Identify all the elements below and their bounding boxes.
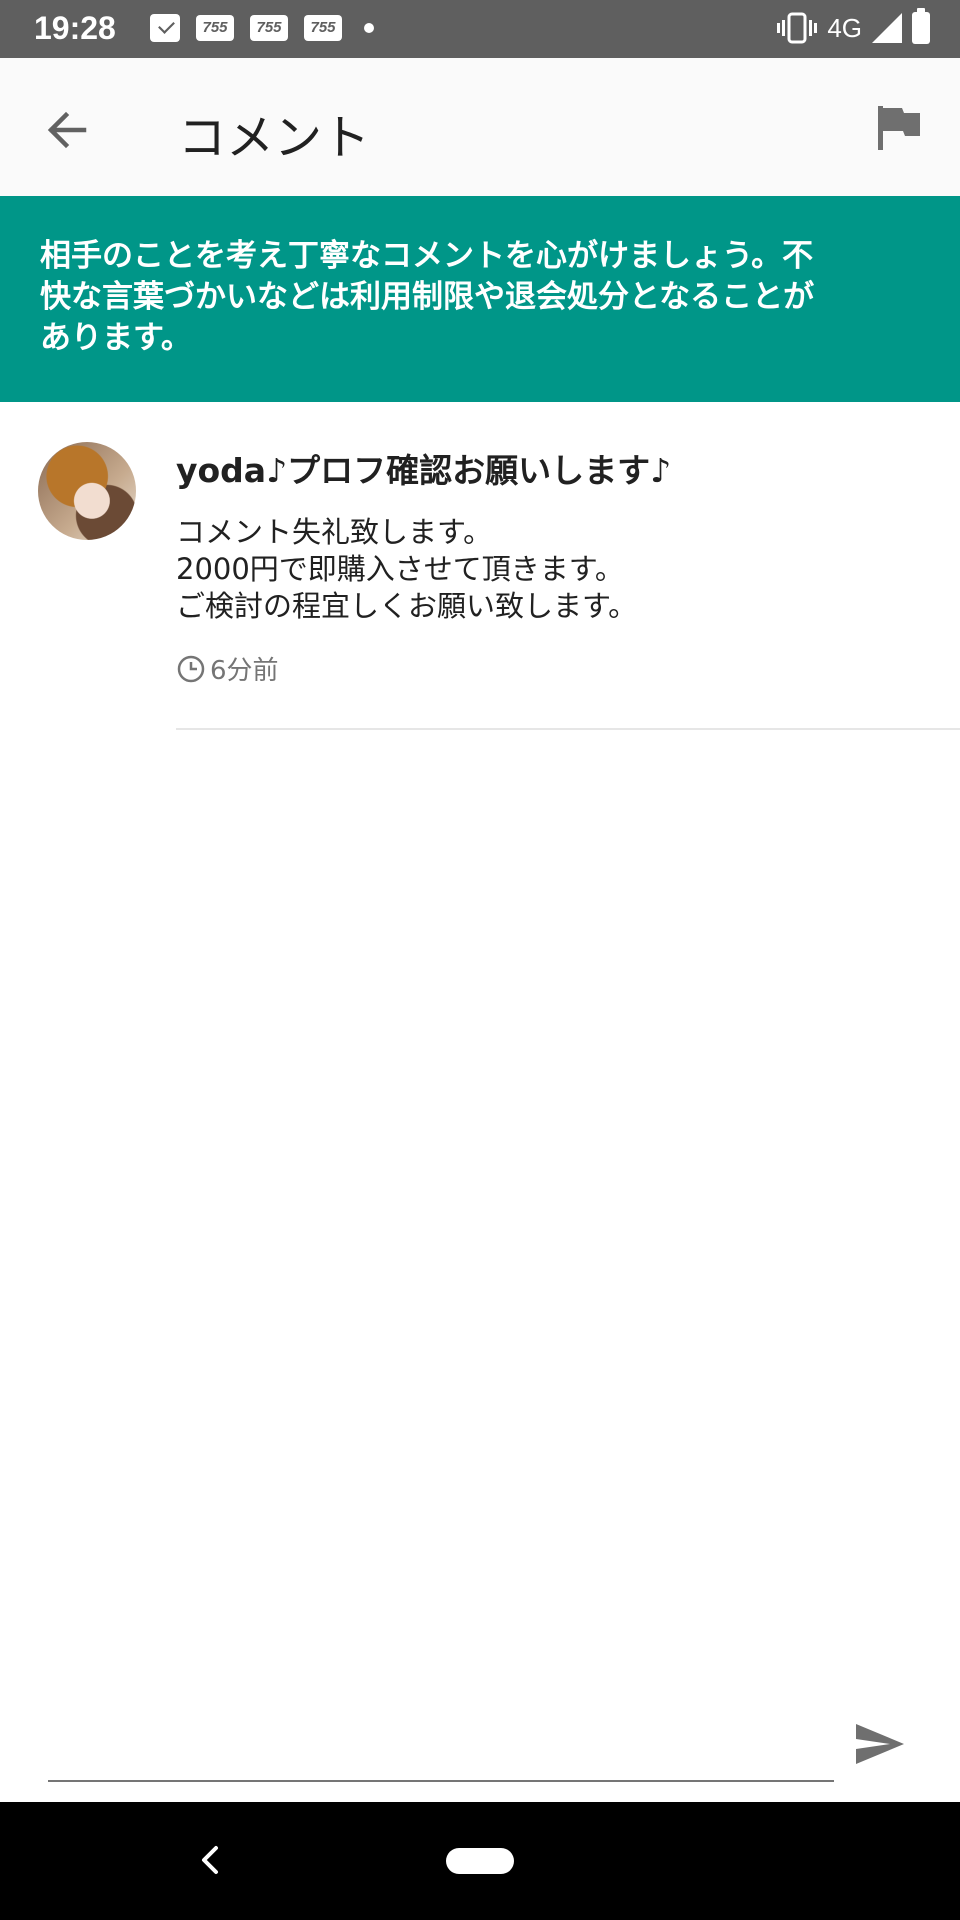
comment-input[interactable] [48,1730,834,1782]
comment-line: 2000円で即購入させて頂きます。 [176,552,624,586]
comment-timestamp: 6分前 [176,650,279,687]
time-ago-label: 6分前 [210,656,279,686]
app-notification-icon: 755 [250,15,288,41]
page-title: コメント [178,110,371,166]
app-notification-icon: 755 [304,15,342,41]
send-icon[interactable] [852,1716,908,1772]
comment-user-name[interactable]: yoda♪プロフ確認お願いします♪ [176,444,671,492]
comment-line: ご検討の程宜しくお願い致します。 [176,589,638,623]
status-bar: 19:28 755 755 755 4G [0,0,960,58]
comment-divider [176,728,960,730]
mail-notification-icon [150,14,180,42]
notification-icons: 755 755 755 [150,14,374,42]
guideline-line: 相手のことを考え丁寧なコメントを心がけましょう。不 [40,238,814,274]
vibrate-icon [777,12,818,44]
status-time: 19:28 [34,10,116,46]
guideline-line: 快な言葉づかいなどは利用制限や退会処分となることが [40,279,815,315]
app-notification-icon: 755 [196,15,234,41]
comment-item: yoda♪プロフ確認お願いします♪ コメント失礼致します。 2000円で即購入さ… [0,402,960,732]
system-navigation-bar [0,1802,960,1920]
network-type: 4G [827,12,862,43]
flag-icon[interactable] [872,100,926,156]
nav-home-pill[interactable] [446,1848,514,1874]
app-bar: コメント [0,58,960,196]
more-notifications-dot-icon [364,23,374,33]
back-arrow-icon[interactable] [40,102,96,158]
guideline-line: あります。 [40,320,192,356]
clock-icon [177,655,205,682]
nav-back-icon[interactable] [192,1838,228,1882]
comment-body: コメント失礼致します。 2000円で即購入させて頂きます。 ご検討の程宜しくお願… [176,514,637,625]
comment-guideline-banner: 相手のことを考え丁寧なコメントを心がけましょう。不 快な言葉づかいなどは利用制限… [0,196,960,402]
comment-line: コメント失礼致します。 [176,515,493,549]
battery-icon [912,8,930,44]
guideline-text: 相手のことを考え丁寧なコメントを心がけましょう。不 快な言葉づかいなどは利用制限… [40,236,920,359]
user-avatar[interactable] [38,442,136,540]
cell-signal-icon [872,13,902,43]
system-status: 4G [777,8,930,44]
